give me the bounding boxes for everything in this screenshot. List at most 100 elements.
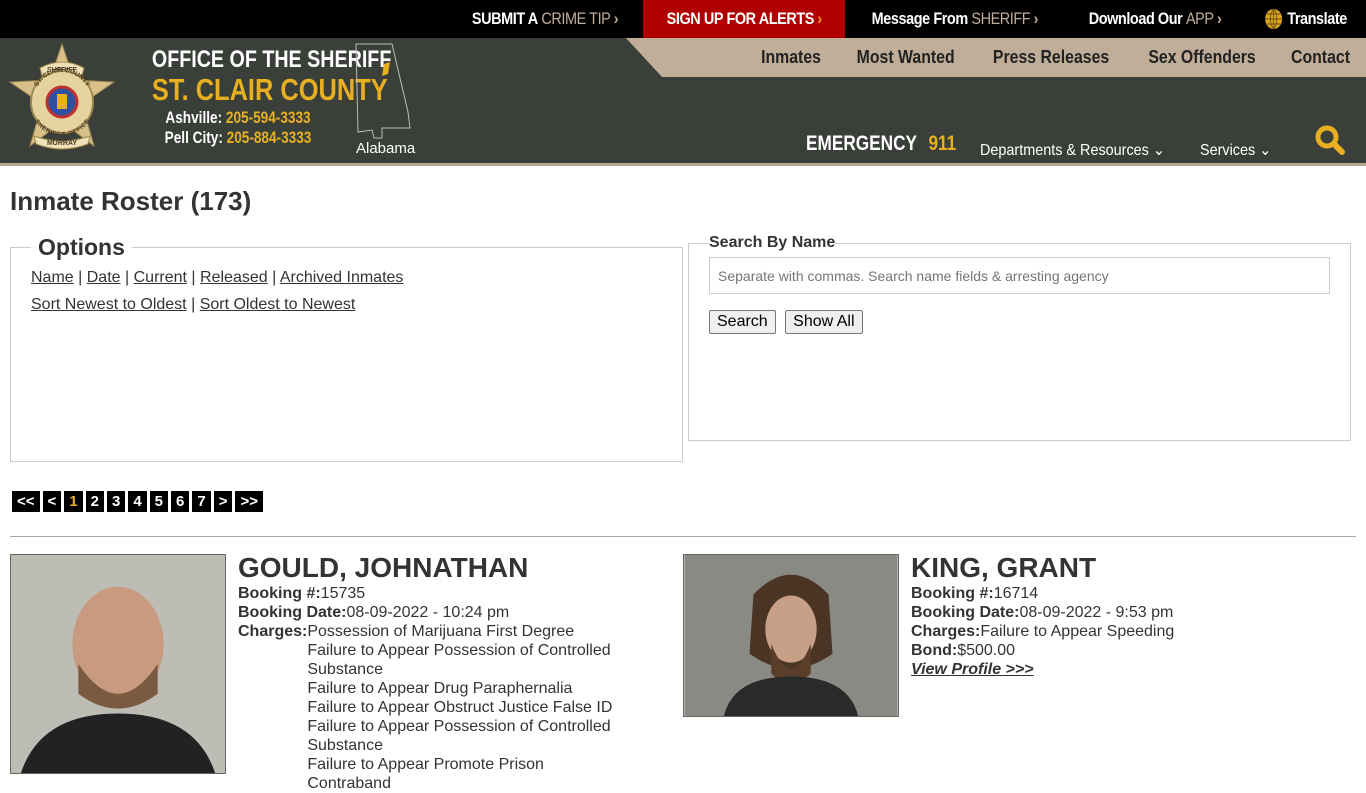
inmate-name[interactable]: GOULD, JOHNATHAN bbox=[238, 554, 658, 582]
brand-block: OFFICE OF THE SHERIFF ST. CLAIR COUNTY A… bbox=[133, 46, 392, 148]
sep: | bbox=[125, 269, 130, 286]
page-last[interactable]: >> bbox=[235, 491, 263, 512]
sep: | bbox=[191, 269, 196, 286]
search-icon[interactable] bbox=[1314, 124, 1346, 156]
phone-label: Pell City: bbox=[164, 128, 223, 147]
inmate-name[interactable]: KING, GRANT bbox=[911, 554, 1331, 582]
top-bar: SUBMIT A CRIME TIP › SIGN UP FOR ALERTS › … bbox=[0, 0, 1366, 38]
alerts-label: SIGN UP FOR ALERTS bbox=[666, 9, 814, 28]
app-a: Download Our bbox=[1088, 9, 1183, 28]
crime-tip-a: SUBMIT A bbox=[471, 9, 538, 28]
message-sheriff-link[interactable]: Message From SHERIFF › bbox=[862, 0, 1049, 38]
dropdown-label: Services bbox=[1200, 142, 1256, 159]
nav-press-releases[interactable]: Press Releases bbox=[993, 47, 1109, 68]
page-prev[interactable]: < bbox=[42, 491, 62, 512]
page-first[interactable]: << bbox=[12, 491, 40, 512]
phone-pell-city: Pell City: 205-884-3333 bbox=[154, 128, 322, 148]
county-title: ST. CLAIR COUNTY bbox=[151, 72, 388, 107]
nav-inmates[interactable]: Inmates bbox=[762, 47, 822, 68]
emergency-911[interactable]: 911 bbox=[928, 132, 956, 155]
sep: | bbox=[191, 296, 196, 313]
pagination: << < 1 2 3 4 5 6 7 > >> bbox=[12, 491, 263, 512]
message-a: Message From bbox=[871, 9, 969, 28]
services-dropdown[interactable]: Services ⌄ bbox=[1200, 140, 1271, 160]
divider bbox=[10, 536, 1356, 537]
inmate-photo[interactable] bbox=[10, 554, 226, 774]
message-b: SHERIFF bbox=[971, 9, 1031, 28]
filter-name[interactable]: Name bbox=[31, 269, 74, 286]
chevron-down-icon: ⌄ bbox=[1259, 142, 1272, 159]
app-b: APP bbox=[1185, 9, 1214, 28]
page-next[interactable]: > bbox=[213, 491, 233, 512]
show-all-button[interactable]: Show All bbox=[785, 310, 863, 334]
alabama-map-icon bbox=[355, 43, 411, 139]
sheriff-badge-logo[interactable]: SHERIFF ST. CLAIR COUNTY SHERIFF'S OFFIC… bbox=[4, 42, 120, 158]
page-title: Inmate Roster (173) bbox=[10, 186, 252, 216]
booking-label: Booking #: bbox=[911, 585, 994, 602]
charges-label: Charges: bbox=[911, 623, 981, 640]
bond-label: Bond: bbox=[911, 642, 958, 659]
badge-text-murray: MURRAY bbox=[47, 140, 77, 147]
booking-number: 15735 bbox=[320, 585, 366, 602]
search-input[interactable] bbox=[709, 257, 1330, 294]
phone-ashville: Ashville: 205-594-3333 bbox=[154, 108, 322, 128]
filter-current[interactable]: Current bbox=[134, 269, 187, 286]
chevron-right-icon: › bbox=[816, 9, 822, 28]
sort-oldest[interactable]: Sort Oldest to Newest bbox=[200, 296, 356, 313]
nav-most-wanted[interactable]: Most Wanted bbox=[856, 47, 954, 68]
crime-tip-b: CRIME TIP bbox=[540, 9, 610, 28]
alerts-link[interactable]: SIGN UP FOR ALERTS › bbox=[642, 0, 846, 38]
sort-newest[interactable]: Sort Newest to Oldest bbox=[31, 296, 187, 313]
emergency-label: EMERGENCY bbox=[806, 132, 917, 155]
filter-archived[interactable]: Archived Inmates bbox=[280, 269, 404, 286]
dropdown-label: Departments & Resources bbox=[980, 142, 1149, 159]
state-label: Alabama bbox=[356, 140, 416, 157]
date-label: Booking Date: bbox=[911, 604, 1020, 621]
nav-sex-offenders[interactable]: Sex Offenders bbox=[1148, 47, 1255, 68]
inmate-info: KING, GRANT Booking #:16714 Booking Date… bbox=[911, 554, 1331, 679]
translate-link[interactable]: Translate bbox=[1254, 0, 1357, 38]
office-title: OFFICE OF THE SHERIFF bbox=[151, 46, 392, 73]
charge: Possession of Marijuana First Degree bbox=[307, 623, 575, 640]
chevron-right-icon: › bbox=[1033, 9, 1039, 28]
page-6[interactable]: 6 bbox=[171, 491, 190, 512]
filter-released[interactable]: Released bbox=[200, 269, 268, 286]
page-3[interactable]: 3 bbox=[106, 491, 126, 512]
charge: Failure to Appear Drug Paraphernalia bbox=[307, 680, 573, 697]
booking-date: 08-09-2022 - 9:53 pm bbox=[1019, 604, 1174, 621]
chevron-right-icon: › bbox=[1216, 9, 1222, 28]
chevron-down-icon: ⌄ bbox=[1152, 142, 1165, 159]
charges-label: Charges: bbox=[238, 623, 308, 640]
main-nav: Inmates Most Wanted Press Releases Sex O… bbox=[626, 38, 1366, 77]
departments-dropdown[interactable]: Departments & Resources ⌄ bbox=[980, 140, 1165, 160]
phone-number[interactable]: 205-594-3333 bbox=[226, 108, 311, 127]
page-4[interactable]: 4 bbox=[128, 491, 147, 512]
inmate-info: GOULD, JOHNATHAN Booking #:15735 Booking… bbox=[238, 554, 658, 793]
inmate-photo[interactable] bbox=[683, 554, 899, 717]
nav-contact[interactable]: Contact bbox=[1291, 47, 1350, 68]
search-button[interactable]: Search bbox=[709, 310, 776, 334]
charge: Failure to Appear Speeding bbox=[980, 623, 1175, 640]
options-panel: Options Name | Date | Current | Released… bbox=[10, 234, 683, 462]
page-5[interactable]: 5 bbox=[149, 491, 169, 512]
sep: | bbox=[272, 269, 277, 286]
phone-label: Ashville: bbox=[165, 108, 223, 127]
sort-links: Sort Newest to Oldest | Sort Oldest to N… bbox=[31, 294, 662, 315]
page-1[interactable]: 1 bbox=[64, 491, 83, 512]
page-7[interactable]: 7 bbox=[192, 491, 211, 512]
search-legend: Search By Name bbox=[709, 234, 836, 251]
download-app-link[interactable]: Download Our APP › bbox=[1078, 0, 1231, 38]
chevron-right-icon: › bbox=[613, 9, 618, 28]
sep: | bbox=[78, 269, 83, 286]
translate-label: Translate bbox=[1287, 9, 1347, 28]
filter-date[interactable]: Date bbox=[87, 269, 121, 286]
page-2[interactable]: 2 bbox=[85, 491, 104, 512]
options-legend: Options bbox=[38, 234, 125, 260]
phone-number[interactable]: 205-884-3333 bbox=[227, 128, 312, 147]
view-profile-link[interactable]: View Profile >>> bbox=[911, 661, 1034, 678]
booking-label: Booking #: bbox=[238, 585, 321, 602]
emergency-number: EMERGENCY 911 bbox=[806, 132, 956, 156]
crime-tip-link[interactable]: SUBMIT A CRIME TIP › bbox=[461, 0, 628, 38]
globe-icon bbox=[1264, 8, 1282, 30]
booking-date: 08-09-2022 - 10:24 pm bbox=[346, 604, 510, 621]
